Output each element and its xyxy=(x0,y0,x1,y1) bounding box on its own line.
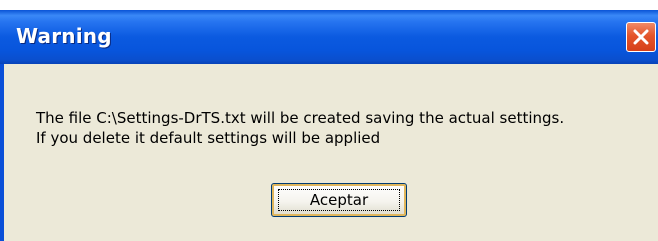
close-icon xyxy=(633,29,649,45)
accept-button[interactable]: Aceptar xyxy=(271,183,407,217)
title-bar[interactable]: Warning xyxy=(0,10,658,64)
warning-dialog: Warning The file C:\Settings-DrTS.txt wi… xyxy=(0,10,658,241)
close-button[interactable] xyxy=(626,22,656,52)
message-line-1: The file C:\Settings-DrTS.txt will be cr… xyxy=(36,109,565,127)
accept-button-label: Aceptar xyxy=(278,189,400,211)
dialog-title: Warning xyxy=(16,24,112,48)
message-text: The file C:\Settings-DrTS.txt will be cr… xyxy=(36,108,564,148)
dialog-body: The file C:\Settings-DrTS.txt will be cr… xyxy=(4,64,658,241)
message-line-2: If you delete it default settings will b… xyxy=(36,129,381,147)
